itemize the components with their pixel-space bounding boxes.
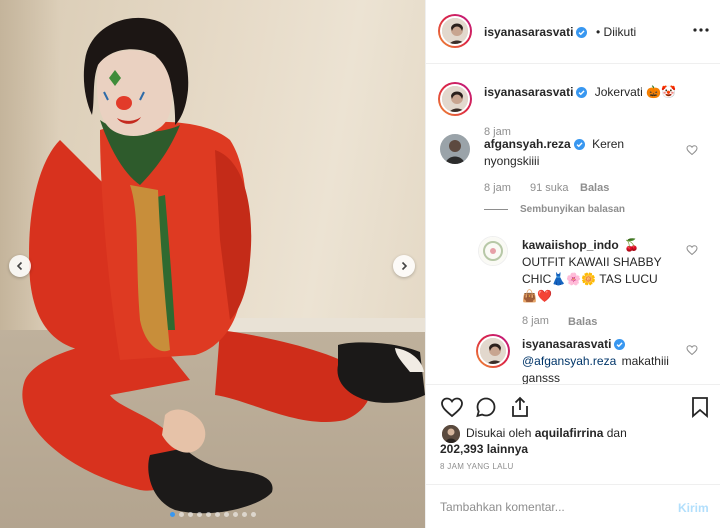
likes-prefix: Disukai oleh [466,426,532,440]
carousel-dot [223,512,229,517]
chevron-right-icon [401,261,408,271]
bookmark-icon[interactable] [688,395,712,419]
likes-count[interactable]: 202,393 lainnya [440,442,528,456]
liker-avatar[interactable] [442,425,460,443]
divider [484,209,508,210]
comment-likes[interactable]: 91 suka [530,182,569,194]
author-avatar[interactable] [438,14,472,48]
like-heart-icon[interactable] [440,395,464,419]
carousel-dot [169,512,175,517]
commenter-username[interactable]: afgansyah.reza [484,137,571,151]
add-comment-bar: Kirim [426,484,720,528]
comment-time: 8 jam [484,182,511,194]
verified-badge-icon [576,27,588,38]
share-icon[interactable] [508,395,532,419]
carousel-dot [214,512,220,517]
carousel-dot [196,512,202,517]
post-timestamp[interactable]: 8 JAM YANG LALU [440,462,514,471]
carousel-indicator [0,512,425,517]
reply-time: 8 jam [522,315,549,327]
caption-avatar[interactable] [438,82,472,116]
carousel-dot [205,512,211,517]
action-bar [426,384,720,428]
carousel-dot [250,512,256,517]
post-photo[interactable] [0,0,425,528]
verified-badge-icon [573,139,585,150]
caption-text: Jokervati 🎃🤡 [594,85,676,99]
hide-replies-button[interactable]: Sembunyikan balasan [484,204,625,215]
comment-bubble-icon[interactable] [474,395,498,419]
like-comment-heart-icon[interactable] [686,144,698,156]
carousel-dot [241,512,247,517]
reply-button[interactable]: Balas [580,182,609,194]
reply-username[interactable]: isyanasarasvati [522,337,611,351]
caption-username[interactable]: isyanasarasvati [484,85,573,99]
previous-photo-button[interactable] [9,255,31,277]
mention-link[interactable]: @afgansyah.reza [522,354,616,368]
carousel-dot [232,512,238,517]
reply-avatar[interactable] [476,334,510,368]
send-comment-button[interactable]: Kirim [678,501,709,515]
comments-list: isyanasarasvati Jokervati 🎃🤡 8 jam afgan… [426,64,720,384]
reply-avatar[interactable] [478,236,508,266]
post-details-panel: isyanasarasvati • Diikuti isyanasarasvat… [425,0,720,528]
next-photo-button[interactable] [393,255,415,277]
carousel-dot [187,512,193,517]
hide-replies-label: Sembunyikan balasan [520,204,626,215]
verified-badge-icon [576,87,588,98]
likes-summary: Disukai oleh aquilafirrina dan 202,393 l… [426,424,720,460]
chevron-left-icon [16,261,23,271]
liker-username[interactable]: aquilafirrina [535,426,604,440]
verified-badge-icon [614,339,626,350]
reply-button[interactable]: Balas [568,316,597,328]
comment-input[interactable] [440,498,660,516]
follow-status[interactable]: • Diikuti [596,25,636,39]
like-reply-heart-icon[interactable] [686,244,698,256]
post-header: isyanasarasvati • Diikuti [426,0,720,64]
likes-suffix: dan [606,426,627,440]
like-reply-heart-icon[interactable] [686,344,698,356]
commenter-avatar[interactable] [440,134,470,164]
more-options-icon[interactable] [691,22,711,38]
carousel-dot [178,512,184,517]
joker-costume-illustration [22,17,425,514]
author-username[interactable]: isyanasarasvati [484,25,588,39]
reply-username[interactable]: kawaiishop_indo [522,238,619,252]
